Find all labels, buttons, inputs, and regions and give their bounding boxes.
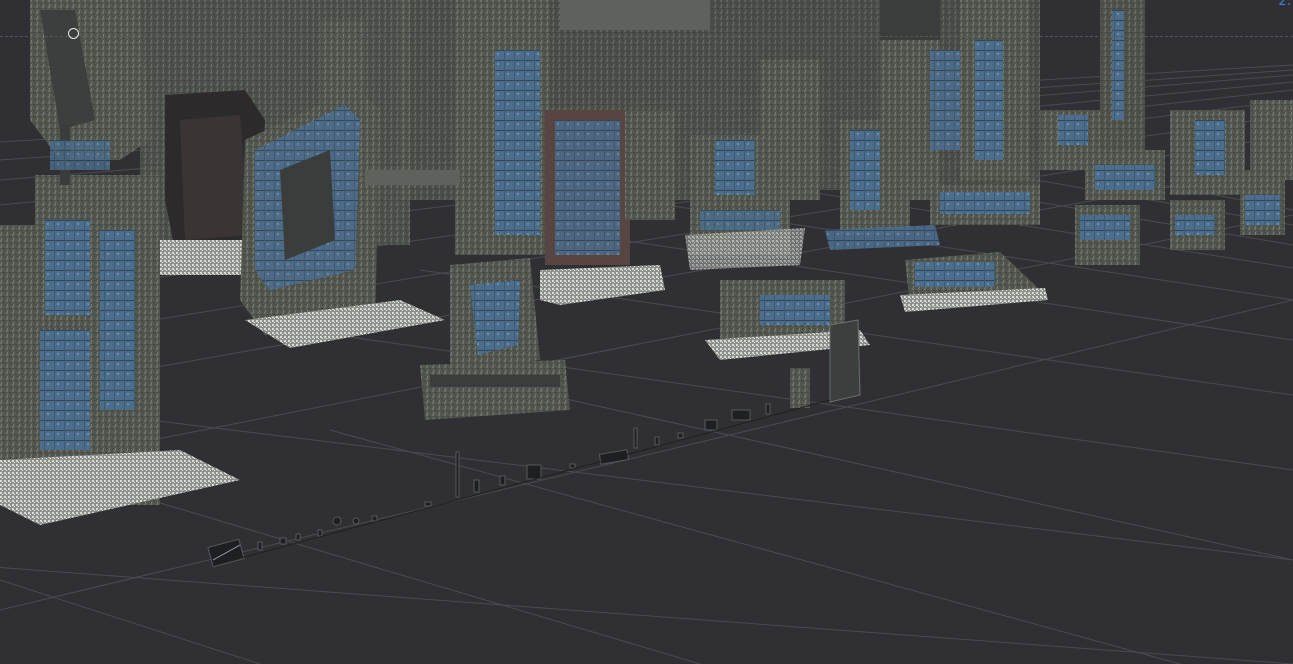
scene-canvas[interactable] (0, 0, 1293, 664)
horizon-guide-line (0, 36, 1293, 37)
scene-viewport[interactable]: 2: (0, 0, 1293, 664)
circle-cursor-icon (68, 28, 79, 39)
corner-label: 2: (1278, 0, 1291, 9)
